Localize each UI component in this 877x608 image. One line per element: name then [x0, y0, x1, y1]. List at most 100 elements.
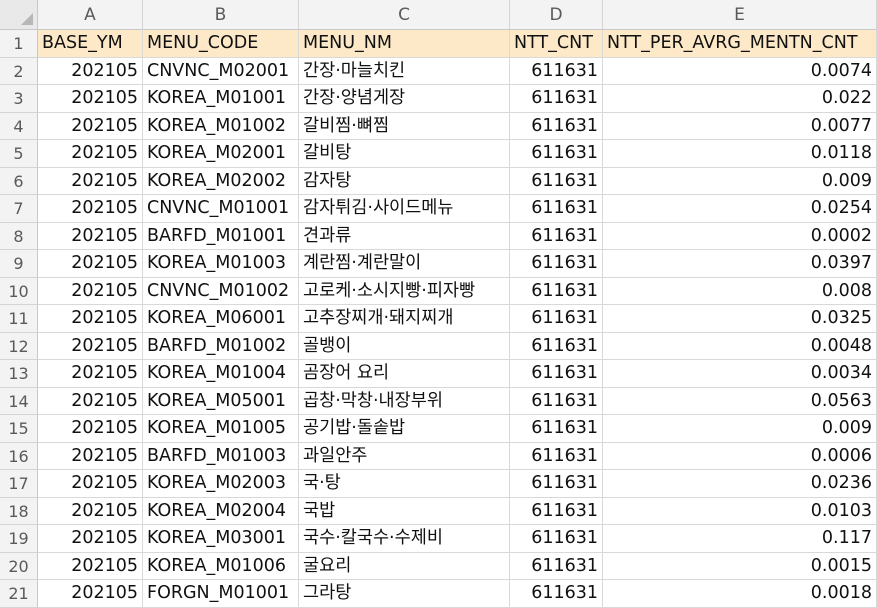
- table-cell[interactable]: 202105: [38, 415, 143, 443]
- table-cell[interactable]: 202105: [38, 305, 143, 333]
- table-cell[interactable]: CNVNC_M01002: [143, 277, 299, 305]
- row-header-8[interactable]: 8: [0, 222, 38, 250]
- table-cell[interactable]: 0.008: [603, 277, 877, 305]
- table-cell[interactable]: CNVNC_M01001: [143, 195, 299, 223]
- table-cell[interactable]: 과일안주: [299, 442, 510, 470]
- table-cell[interactable]: KOREA_M02004: [143, 497, 299, 525]
- table-cell[interactable]: BARFD_M01002: [143, 332, 299, 360]
- table-cell[interactable]: KOREA_M03001: [143, 525, 299, 553]
- table-cell[interactable]: 611631: [510, 387, 603, 415]
- header-cell-a[interactable]: BASE_YM: [38, 30, 143, 58]
- table-cell[interactable]: KOREA_M01002: [143, 112, 299, 140]
- table-cell[interactable]: 0.0563: [603, 387, 877, 415]
- table-cell[interactable]: 0.0006: [603, 442, 877, 470]
- table-cell[interactable]: 202105: [38, 85, 143, 113]
- row-header-17[interactable]: 17: [0, 470, 38, 498]
- table-cell[interactable]: 202105: [38, 167, 143, 195]
- row-header-7[interactable]: 7: [0, 195, 38, 223]
- table-cell[interactable]: 감자탕: [299, 167, 510, 195]
- table-cell[interactable]: BARFD_M01001: [143, 222, 299, 250]
- table-cell[interactable]: 0.0015: [603, 552, 877, 580]
- table-cell[interactable]: FORGN_M01001: [143, 580, 299, 608]
- table-cell[interactable]: 0.0034: [603, 360, 877, 388]
- row-header-19[interactable]: 19: [0, 525, 38, 553]
- table-cell[interactable]: 0.0074: [603, 57, 877, 85]
- table-cell[interactable]: 611631: [510, 140, 603, 168]
- table-cell[interactable]: 202105: [38, 497, 143, 525]
- table-cell[interactable]: 611631: [510, 222, 603, 250]
- table-cell[interactable]: 국수·칼국수·수제비: [299, 525, 510, 553]
- table-cell[interactable]: 611631: [510, 305, 603, 333]
- row-header-3[interactable]: 3: [0, 85, 38, 113]
- table-cell[interactable]: 202105: [38, 332, 143, 360]
- table-cell[interactable]: KOREA_M01004: [143, 360, 299, 388]
- table-cell[interactable]: 0.0397: [603, 250, 877, 278]
- table-cell[interactable]: 0.0254: [603, 195, 877, 223]
- table-cell[interactable]: 202105: [38, 222, 143, 250]
- table-cell[interactable]: 0.0325: [603, 305, 877, 333]
- table-cell[interactable]: 202105: [38, 442, 143, 470]
- table-cell[interactable]: 국·탕: [299, 470, 510, 498]
- table-cell[interactable]: 감자튀김·사이드메뉴: [299, 195, 510, 223]
- row-header-2[interactable]: 2: [0, 57, 38, 85]
- table-cell[interactable]: 611631: [510, 442, 603, 470]
- table-cell[interactable]: 202105: [38, 112, 143, 140]
- table-cell[interactable]: 0.0236: [603, 470, 877, 498]
- table-cell[interactable]: 견과류: [299, 222, 510, 250]
- table-cell[interactable]: 611631: [510, 580, 603, 608]
- row-header-13[interactable]: 13: [0, 360, 38, 388]
- select-all-corner[interactable]: [0, 0, 38, 30]
- row-header-11[interactable]: 11: [0, 305, 38, 333]
- table-cell[interactable]: 611631: [510, 497, 603, 525]
- table-cell[interactable]: 갈비찜·뼈찜: [299, 112, 510, 140]
- table-cell[interactable]: 202105: [38, 387, 143, 415]
- table-cell[interactable]: KOREA_M05001: [143, 387, 299, 415]
- table-cell[interactable]: 0.022: [603, 85, 877, 113]
- table-cell[interactable]: 202105: [38, 140, 143, 168]
- table-cell[interactable]: 곰장어 요리: [299, 360, 510, 388]
- table-cell[interactable]: 611631: [510, 112, 603, 140]
- table-cell[interactable]: 공기밥·돌솥밥: [299, 415, 510, 443]
- row-header-10[interactable]: 10: [0, 277, 38, 305]
- table-cell[interactable]: 0.009: [603, 167, 877, 195]
- table-cell[interactable]: 0.009: [603, 415, 877, 443]
- table-cell[interactable]: 202105: [38, 195, 143, 223]
- table-cell[interactable]: 611631: [510, 415, 603, 443]
- table-cell[interactable]: 국밥: [299, 497, 510, 525]
- table-cell[interactable]: 간장·양념게장: [299, 85, 510, 113]
- table-cell[interactable]: KOREA_M01006: [143, 552, 299, 580]
- row-header-16[interactable]: 16: [0, 442, 38, 470]
- column-header-d[interactable]: D: [510, 0, 603, 30]
- table-cell[interactable]: 202105: [38, 250, 143, 278]
- row-header-5[interactable]: 5: [0, 140, 38, 168]
- row-header-14[interactable]: 14: [0, 387, 38, 415]
- table-cell[interactable]: 고추장찌개·돼지찌개: [299, 305, 510, 333]
- table-cell[interactable]: 0.0002: [603, 222, 877, 250]
- table-cell[interactable]: 611631: [510, 167, 603, 195]
- table-cell[interactable]: KOREA_M02001: [143, 140, 299, 168]
- table-cell[interactable]: 611631: [510, 85, 603, 113]
- table-cell[interactable]: 202105: [38, 525, 143, 553]
- table-cell[interactable]: KOREA_M01005: [143, 415, 299, 443]
- table-cell[interactable]: 골뱅이: [299, 332, 510, 360]
- table-cell[interactable]: 0.0103: [603, 497, 877, 525]
- table-cell[interactable]: 계란찜·계란말이: [299, 250, 510, 278]
- table-cell[interactable]: 202105: [38, 57, 143, 85]
- table-cell[interactable]: 611631: [510, 250, 603, 278]
- row-header-12[interactable]: 12: [0, 332, 38, 360]
- column-header-a[interactable]: A: [38, 0, 143, 30]
- table-cell[interactable]: 갈비탕: [299, 140, 510, 168]
- table-cell[interactable]: KOREA_M01003: [143, 250, 299, 278]
- table-cell[interactable]: KOREA_M06001: [143, 305, 299, 333]
- header-cell-e[interactable]: NTT_PER_AVRG_MENTN_CNT: [603, 30, 877, 58]
- table-cell[interactable]: KOREA_M02003: [143, 470, 299, 498]
- table-cell[interactable]: CNVNC_M02001: [143, 57, 299, 85]
- table-cell[interactable]: 간장·마늘치킨: [299, 57, 510, 85]
- table-cell[interactable]: 611631: [510, 470, 603, 498]
- header-cell-b[interactable]: MENU_CODE: [143, 30, 299, 58]
- table-cell[interactable]: 고로케·소시지빵·피자빵: [299, 277, 510, 305]
- row-header-18[interactable]: 18: [0, 497, 38, 525]
- table-cell[interactable]: 611631: [510, 277, 603, 305]
- row-header-6[interactable]: 6: [0, 167, 38, 195]
- table-cell[interactable]: 202105: [38, 360, 143, 388]
